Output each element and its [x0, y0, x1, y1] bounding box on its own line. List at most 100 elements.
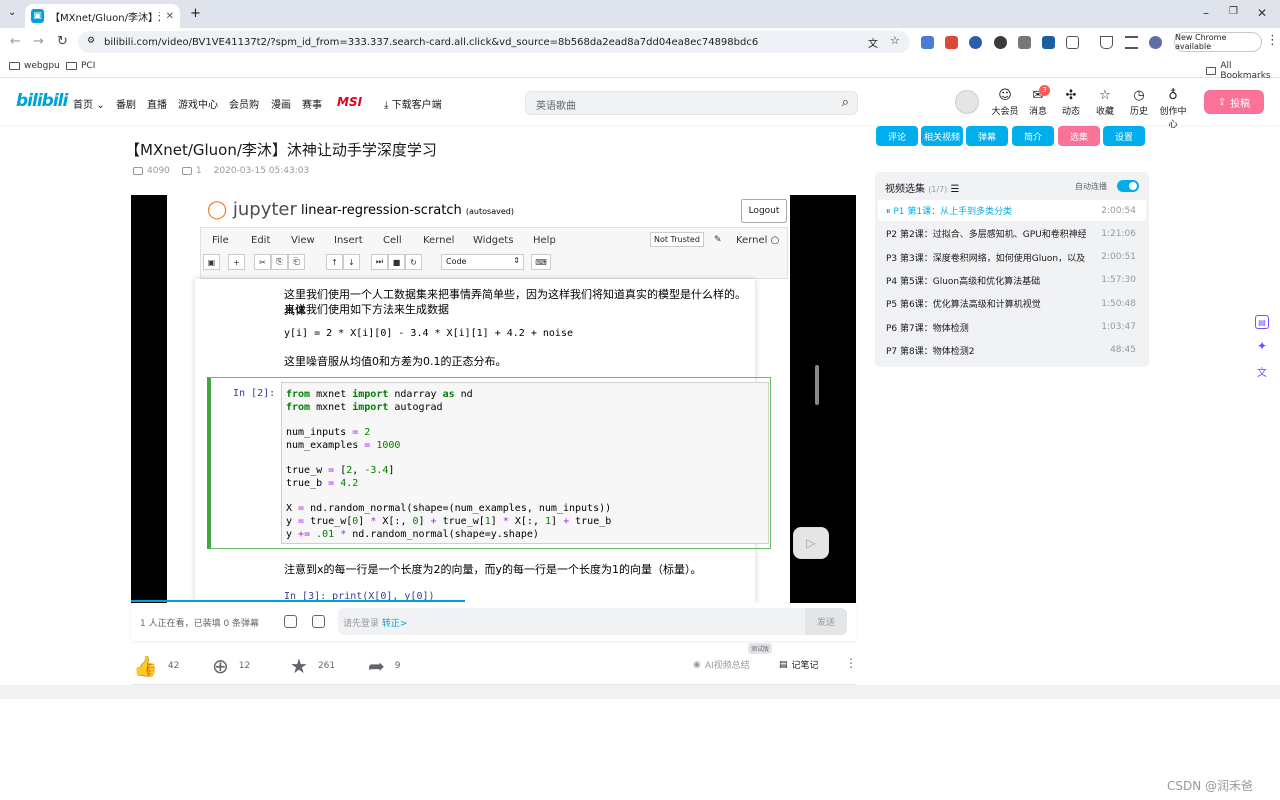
publish-date: 2020-03-15 05:43:03 [213, 166, 310, 176]
bookmark-pci[interactable]: PCI [66, 61, 95, 71]
tab-intro[interactable]: 简介 [1012, 126, 1054, 146]
send-button[interactable]: 发送 [805, 608, 847, 635]
playlist-item[interactable]: P5 第6课：优化算法高级和计算机视觉 1:50:48 [878, 293, 1146, 314]
extension-icon[interactable] [1018, 36, 1031, 49]
labs-flask-icon[interactable] [1100, 36, 1113, 49]
playlist-panel: 视频选集 (1/7) ☰ 自动连播 ⏸ P1 第1课：从上手到多类分类 2:00:… [875, 172, 1149, 367]
restore-icon[interactable]: ❐ [1229, 6, 1238, 17]
playlist-item[interactable]: P2 第2课：过拟合、多层感知机、GPU和卷积神经... 1:21:06 [878, 223, 1146, 244]
extensions-puzzle-icon[interactable] [1066, 36, 1079, 49]
login-link[interactable]: 转正> [382, 619, 408, 629]
take-notes-button[interactable]: ▤ 记笔记 [779, 658, 819, 672]
profile-icon[interactable] [1149, 36, 1162, 49]
bookmark-webgpu[interactable]: webgpu [9, 61, 60, 71]
search-input[interactable]: 英语歌曲 ⌕ [525, 91, 858, 115]
search-icon[interactable]: ⌕ [842, 95, 849, 110]
section-separator [0, 685, 1280, 699]
vip-button[interactable]: ☺ 大会员 [988, 88, 1022, 117]
message-count-badge: 3 [1039, 85, 1050, 96]
all-bookmarks[interactable]: All Bookmarks [1206, 61, 1280, 81]
nav-game-center[interactable]: 游戏中心 [178, 96, 218, 111]
code-line: num_examples = 1000 [286, 439, 401, 451]
playlist-item[interactable]: P4 第5课：Gluon高级和优化算法基础 1:57:30 [878, 270, 1146, 291]
avatar[interactable] [955, 90, 979, 114]
back-icon[interactable]: ← [10, 34, 21, 49]
nav-esports[interactable]: 赛事 [302, 96, 322, 111]
bulb-icon: ♁ [1168, 88, 1178, 103]
like-button[interactable]: 👍 42 [133, 654, 179, 678]
tab-danmaku[interactable]: 弹幕 [966, 126, 1008, 146]
messages-button[interactable]: ✉ 消息 [1021, 88, 1055, 117]
playlist-item-title: P2 第2课：过拟合、多层感知机、GPU和卷积神经... [886, 230, 1086, 241]
tab-related[interactable]: 相关视频 [921, 126, 963, 146]
reload-icon[interactable]: ↻ [57, 34, 68, 49]
translate-icon[interactable]: 文 [868, 35, 878, 50]
share-button[interactable]: ➦ 9 [368, 654, 401, 678]
chrome-menu-icon[interactable]: ⋮ [1266, 33, 1279, 48]
folder-icon [9, 62, 20, 70]
reading-list-icon[interactable] [1125, 36, 1138, 49]
cut-icon: ✂ [254, 254, 271, 270]
msi-logo[interactable]: MSI [337, 95, 362, 109]
upload-icon: ⇪ [1217, 96, 1227, 108]
nav-anime[interactable]: 番剧 [116, 96, 136, 111]
video-progress-bar[interactable] [131, 600, 465, 602]
history-button[interactable]: ◷ 历史 [1122, 88, 1156, 117]
danmaku-toggle-icon[interactable] [284, 615, 297, 628]
bilibili-logo[interactable]: bilibili [16, 91, 68, 111]
playlist-item[interactable]: P7 第8课：物体检测2 48:45 [878, 340, 1146, 361]
extension-icon[interactable] [969, 36, 982, 49]
menu-kernel: Kernel [423, 235, 455, 246]
favorites-button[interactable]: ☆ 收藏 [1088, 88, 1122, 117]
new-chrome-available-button[interactable]: New Chrome available [1174, 32, 1262, 52]
upload-button[interactable]: ⇪ 投稿 [1204, 90, 1264, 114]
more-options-icon[interactable]: ⋮ [845, 656, 857, 670]
tab-search-icon[interactable]: ⌄ [8, 7, 16, 18]
menu-view: View [291, 235, 315, 246]
extension-icon[interactable] [1042, 36, 1055, 49]
tab-settings[interactable]: 设置 [1103, 126, 1145, 146]
coin-button[interactable]: ⊕ 12 [212, 654, 250, 678]
danmaku-settings-icon[interactable] [312, 615, 325, 628]
tab-close-icon[interactable]: ✕ [166, 11, 174, 22]
forward-icon[interactable]: → [33, 34, 44, 49]
creator-center-button[interactable]: ♁ 创作中心 [1156, 88, 1190, 130]
document-icon[interactable]: ▤ [1255, 315, 1269, 329]
extension-icon[interactable] [945, 36, 958, 49]
extension-icon[interactable] [921, 36, 934, 49]
minimize-icon[interactable]: – [1203, 6, 1209, 20]
danmaku-input[interactable]: 请先登录 转正> 发送 [338, 608, 847, 635]
code-line: num_inputs = 2 [286, 427, 371, 439]
playlist-item[interactable]: ⏸ P1 第1课：从上手到多类分类 2:00:54 [878, 200, 1146, 221]
bookmark-star-icon[interactable]: ☆ [890, 34, 900, 47]
ai-summary-button[interactable]: ◉ AI视频总结 [693, 658, 750, 672]
extension-icon[interactable] [994, 36, 1007, 49]
download-client-link[interactable]: ⤓ 下载客户端 [384, 96, 442, 111]
new-tab-icon[interactable]: + [190, 6, 201, 21]
favorite-button[interactable]: ★ 261 [290, 654, 335, 678]
site-info-icon[interactable]: ⚙ [87, 36, 95, 46]
autoplay-toggle[interactable] [1117, 180, 1139, 192]
chevron-down-icon: ⌄ [96, 100, 105, 111]
ai-sparkle-icon[interactable]: ✦ [1255, 339, 1269, 353]
nav-manga[interactable]: 漫画 [271, 96, 291, 111]
video-player[interactable]: ◯ jupyter linear-regression-scratch (aut… [131, 195, 856, 603]
address-bar[interactable]: ⚙ bilibili.com/video/BV1VE41137t2/?spm_i… [78, 31, 910, 53]
nav-mall[interactable]: 会员购 [229, 96, 259, 111]
list-icon[interactable]: ☰ [951, 184, 960, 195]
playlist-item[interactable]: P6 第7课：物体检测 1:03:47 [878, 317, 1146, 338]
tab-playlist[interactable]: 选集 [1058, 126, 1100, 146]
mini-play-icon[interactable]: ▷ [793, 527, 829, 559]
nav-home[interactable]: 首页 ⌄ [73, 96, 105, 111]
translate-icon[interactable]: 文 [1255, 364, 1269, 379]
code-lines: from mxnet import ndarray as nd from mxne… [286, 389, 764, 541]
dynamics-button[interactable]: ✣ 动态 [1054, 88, 1088, 117]
playlist-item[interactable]: P3 第3课：深度卷积网络，如何使用Gluon，以及... 2:00:51 [878, 247, 1146, 268]
browser-tab[interactable]: ▣ 【MXnet/Gluon/李沐】沐神让动手 ✕ [25, 4, 180, 28]
code-cell-selected: In [2]: from mxnet import ndarray as nd f… [207, 377, 771, 549]
nav-live[interactable]: 直播 [147, 96, 167, 111]
playlist-item-title: P7 第8课：物体检测2 [886, 346, 975, 357]
window-close-icon[interactable]: ✕ [1257, 6, 1267, 20]
tab-comments[interactable]: 评论 [876, 126, 918, 146]
